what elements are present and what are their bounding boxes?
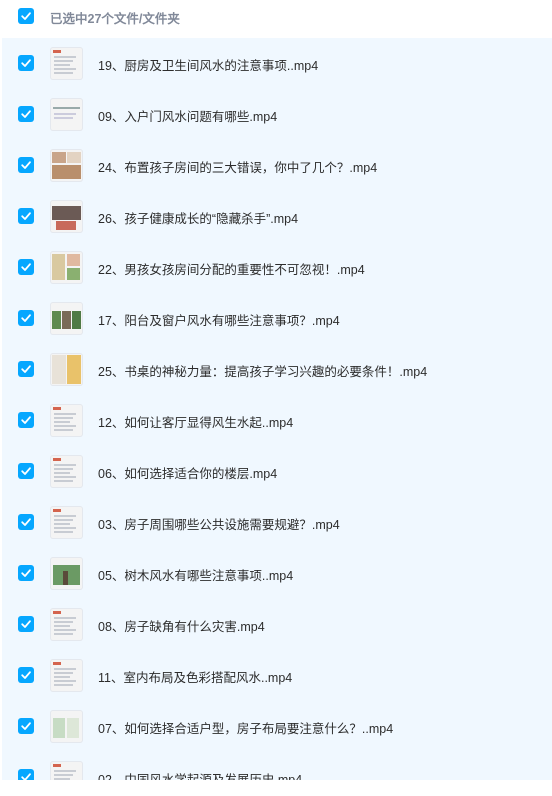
check-icon: [21, 263, 31, 271]
file-name[interactable]: 17、阳台及窗户风水有哪些注意事项？.mp4: [98, 310, 340, 329]
video-thumbnail[interactable]: [50, 659, 83, 692]
file-row[interactable]: 02、中国风水学起源及发展历史.mp4: [2, 752, 552, 780]
video-thumbnail[interactable]: [50, 149, 83, 182]
check-icon: [21, 773, 31, 780]
file-checkbox[interactable]: [18, 718, 34, 734]
selection-count-label: 已选中27个文件/文件夹: [50, 12, 180, 26]
check-icon: [21, 314, 31, 322]
file-row[interactable]: 19、厨房及卫生间风水的注意事项..mp4: [2, 38, 552, 89]
file-row[interactable]: 11、室内布局及色彩搭配风水..mp4: [2, 650, 552, 701]
file-checkbox[interactable]: [18, 310, 34, 326]
file-checkbox[interactable]: [18, 55, 34, 71]
file-checkbox[interactable]: [18, 463, 34, 479]
file-name[interactable]: 25、书桌的神秘力量：提高孩子学习兴趣的必要条件！.mp4: [98, 361, 427, 380]
video-thumbnail[interactable]: [50, 710, 83, 743]
file-checkbox[interactable]: [18, 769, 34, 780]
select-all-checkbox[interactable]: [18, 8, 34, 24]
check-icon: [21, 161, 31, 169]
file-row[interactable]: 08、房子缺角有什么灾害.mp4: [2, 599, 552, 650]
check-icon: [21, 620, 31, 628]
video-thumbnail[interactable]: [50, 47, 83, 80]
file-row[interactable]: 26、孩子健康成长的“隐藏杀手”.mp4: [2, 191, 552, 242]
video-thumbnail[interactable]: [50, 404, 83, 437]
list-bottom-edge: [0, 780, 552, 796]
file-row[interactable]: 24、布置孩子房间的三大错误，你中了几个？.mp4: [2, 140, 552, 191]
file-name[interactable]: 02、中国风水学起源及发展历史.mp4: [98, 769, 302, 780]
file-name[interactable]: 08、房子缺角有什么灾害.mp4: [98, 616, 265, 635]
check-icon: [21, 569, 31, 577]
file-checkbox[interactable]: [18, 616, 34, 632]
file-checkbox[interactable]: [18, 259, 34, 275]
file-name[interactable]: 24、布置孩子房间的三大错误，你中了几个？.mp4: [98, 157, 377, 176]
file-name[interactable]: 12、如何让客厅显得风生水起..mp4: [98, 412, 293, 431]
file-checkbox[interactable]: [18, 361, 34, 377]
file-name[interactable]: 26、孩子健康成长的“隐藏杀手”.mp4: [98, 208, 298, 227]
check-icon: [21, 671, 31, 679]
file-row[interactable]: 22、男孩女孩房间分配的重要性不可忽视！.mp4: [2, 242, 552, 293]
file-row[interactable]: 12、如何让客厅显得风生水起..mp4: [2, 395, 552, 446]
video-thumbnail[interactable]: [50, 608, 83, 641]
video-thumbnail[interactable]: [50, 761, 83, 780]
video-thumbnail[interactable]: [50, 302, 83, 335]
file-row[interactable]: 09、入户门风水问题有哪些.mp4: [2, 89, 552, 140]
check-icon: [21, 518, 31, 526]
video-thumbnail[interactable]: [50, 353, 83, 386]
video-thumbnail[interactable]: [50, 557, 83, 590]
file-row[interactable]: 07、如何选择合适户型，房子布局要注意什么？..mp4: [2, 701, 552, 752]
file-name[interactable]: 05、树木风水有哪些注意事项..mp4: [98, 565, 293, 584]
file-name[interactable]: 22、男孩女孩房间分配的重要性不可忽视！.mp4: [98, 259, 365, 278]
check-icon: [21, 416, 31, 424]
file-name[interactable]: 07、如何选择合适户型，房子布局要注意什么？..mp4: [98, 718, 393, 737]
check-icon: [21, 212, 31, 220]
check-icon: [21, 722, 31, 730]
video-thumbnail[interactable]: [50, 200, 83, 233]
file-name[interactable]: 09、入户门风水问题有哪些.mp4: [98, 106, 277, 125]
file-name[interactable]: 11、室内布局及色彩搭配风水..mp4: [98, 667, 292, 686]
file-name[interactable]: 06、如何选择适合你的楼层.mp4: [98, 463, 277, 482]
file-name[interactable]: 03、房子周围哪些公共设施需要规避？.mp4: [98, 514, 340, 533]
video-thumbnail[interactable]: [50, 506, 83, 539]
file-checkbox[interactable]: [18, 106, 34, 122]
file-row[interactable]: 25、书桌的神秘力量：提高孩子学习兴趣的必要条件！.mp4: [2, 344, 552, 395]
check-icon: [21, 12, 31, 20]
file-row[interactable]: 17、阳台及窗户风水有哪些注意事项？.mp4: [2, 293, 552, 344]
file-checkbox[interactable]: [18, 157, 34, 173]
file-checkbox[interactable]: [18, 514, 34, 530]
file-row[interactable]: 06、如何选择适合你的楼层.mp4: [2, 446, 552, 497]
check-icon: [21, 365, 31, 373]
file-name[interactable]: 19、厨房及卫生间风水的注意事项..mp4: [98, 55, 318, 74]
check-icon: [21, 467, 31, 475]
file-row[interactable]: 05、树木风水有哪些注意事项..mp4: [2, 548, 552, 599]
file-list: 19、厨房及卫生间风水的注意事项..mp4 09、入户门风水问题有哪些.mp4 2…: [2, 38, 552, 780]
selection-header: 已选中27个文件/文件夹: [0, 0, 552, 35]
check-icon: [21, 59, 31, 67]
file-checkbox[interactable]: [18, 565, 34, 581]
file-row[interactable]: 03、房子周围哪些公共设施需要规避？.mp4: [2, 497, 552, 548]
file-checkbox[interactable]: [18, 667, 34, 683]
file-checkbox[interactable]: [18, 412, 34, 428]
video-thumbnail[interactable]: [50, 98, 83, 131]
video-thumbnail[interactable]: [50, 251, 83, 284]
video-thumbnail[interactable]: [50, 455, 83, 488]
check-icon: [21, 110, 31, 118]
file-checkbox[interactable]: [18, 208, 34, 224]
